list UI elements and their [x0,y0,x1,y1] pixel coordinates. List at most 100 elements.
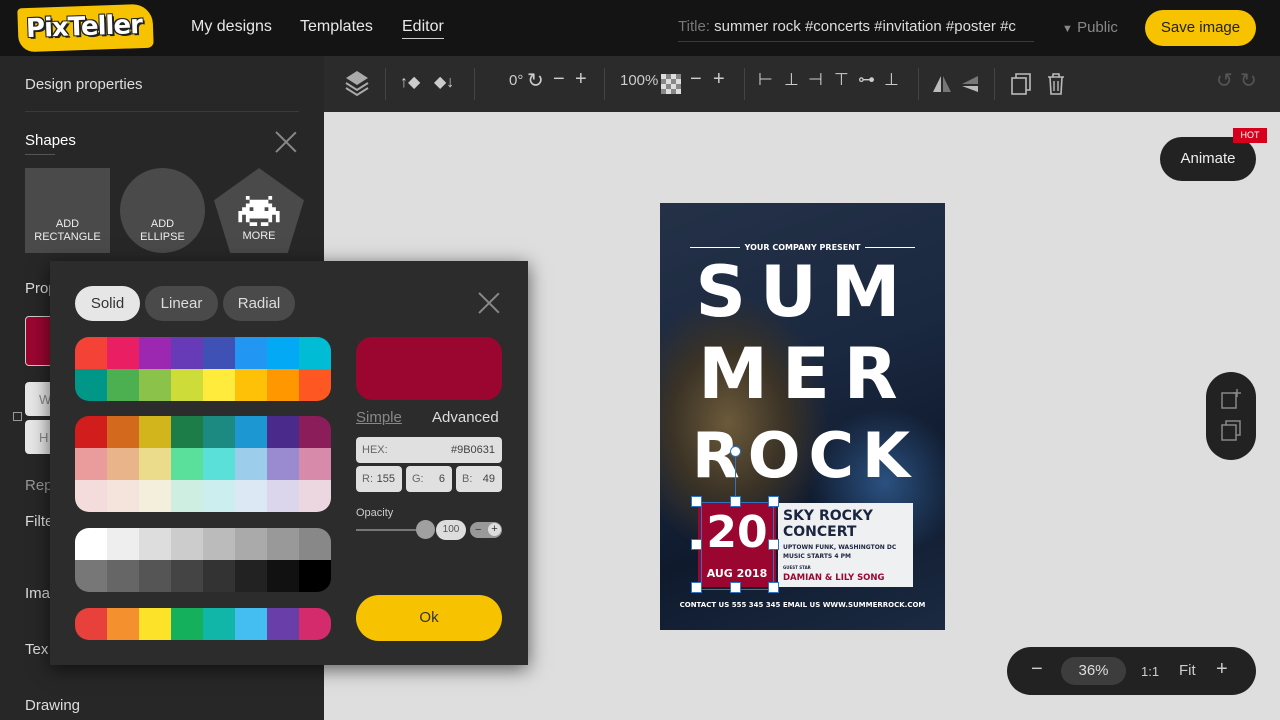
redo-icon[interactable]: ↻ [1240,68,1257,93]
color-swatch[interactable] [107,369,139,401]
color-swatch[interactable] [235,608,267,640]
resize-handle-w[interactable] [691,539,702,550]
color-swatch[interactable] [203,528,235,560]
hex-field[interactable]: HEX: #9B0631 [356,437,502,463]
color-swatch[interactable] [139,416,171,448]
color-swatch[interactable] [171,369,203,401]
zoom-out-icon[interactable]: − [1031,658,1043,681]
color-swatch[interactable] [75,448,107,480]
color-swatch[interactable] [267,416,299,448]
opacity-slider-knob[interactable] [416,520,435,539]
color-swatch[interactable] [203,608,235,640]
design-properties-link[interactable]: Design properties [25,76,143,93]
color-swatch[interactable] [107,448,139,480]
image-link[interactable]: Ima [25,585,50,602]
align-left-icon[interactable]: ⊢ [758,70,773,90]
ok-button[interactable]: Ok [356,595,502,641]
color-swatch[interactable] [75,608,107,640]
color-swatch[interactable] [235,560,267,592]
trash-icon[interactable] [1046,72,1066,96]
resize-handle-ne[interactable] [768,496,779,507]
add-rectangle-button[interactable]: ADD RECTANGLE [25,168,110,253]
flip-horizontal-icon[interactable] [932,74,952,94]
blue-field[interactable]: B: 49 [456,466,502,492]
color-swatch[interactable] [203,337,235,369]
color-swatch[interactable] [267,337,299,369]
close-shapes-icon[interactable] [275,131,297,153]
add-page-icon[interactable] [1220,388,1242,410]
simple-tab[interactable]: Simple [356,409,402,426]
color-swatch[interactable] [107,560,139,592]
nav-templates[interactable]: Templates [300,18,373,36]
color-swatch[interactable] [203,560,235,592]
color-swatch[interactable] [75,369,107,401]
color-swatch[interactable] [107,528,139,560]
color-swatch[interactable] [267,560,299,592]
color-swatch[interactable] [299,416,331,448]
color-swatch[interactable] [75,337,107,369]
color-swatch[interactable] [171,560,203,592]
color-swatch[interactable] [139,528,171,560]
color-swatch[interactable] [107,480,139,512]
color-swatch[interactable] [75,528,107,560]
color-swatch[interactable] [299,608,331,640]
opacity-value[interactable]: 100% [620,72,658,89]
color-swatch[interactable] [139,608,171,640]
add-ellipse-button[interactable]: ADD ELLIPSE [120,168,205,253]
color-swatch[interactable] [203,369,235,401]
color-swatch[interactable] [299,337,331,369]
color-swatch[interactable] [203,448,235,480]
zoom-level[interactable]: 36% [1061,657,1126,685]
flip-vertical-icon[interactable] [960,74,980,94]
color-swatch[interactable] [267,480,299,512]
nav-my-designs[interactable]: My designs [191,18,272,36]
color-swatch[interactable] [267,448,299,480]
duplicate-page-icon[interactable] [1220,420,1242,442]
color-swatch[interactable] [267,369,299,401]
pixteller-logo[interactable]: PixTeller [17,3,154,53]
duplicate-icon[interactable] [1010,72,1032,96]
color-swatch[interactable] [139,337,171,369]
resize-handle-n[interactable] [730,496,741,507]
advanced-tab[interactable]: Advanced [432,409,499,426]
color-swatch[interactable] [235,528,267,560]
resize-handle-e[interactable] [768,539,779,550]
color-swatch[interactable] [139,448,171,480]
color-swatch[interactable] [75,480,107,512]
actual-size-button[interactable]: 1:1 [1141,664,1159,679]
mode-solid-button[interactable]: Solid [75,286,140,321]
color-swatch[interactable] [171,528,203,560]
bring-forward-icon[interactable]: ↑◆ [400,72,420,92]
animate-button[interactable]: Animate [1160,137,1256,181]
color-swatch[interactable] [171,416,203,448]
layers-icon[interactable] [344,69,370,99]
transparency-icon[interactable] [661,74,681,94]
color-swatch[interactable] [299,480,331,512]
resize-handle-s[interactable] [730,582,741,593]
send-backward-icon[interactable]: ◆↓ [434,72,454,92]
color-swatch[interactable] [299,448,331,480]
color-swatch[interactable] [171,337,203,369]
color-swatch[interactable] [203,480,235,512]
align-right-icon[interactable]: ⊣ [808,70,823,90]
visibility-dropdown[interactable]: ▼ Public [1062,19,1118,36]
lock-ratio-icon[interactable] [13,412,22,421]
color-swatch[interactable] [235,416,267,448]
rotate-icon[interactable]: ↻ [527,68,544,93]
opacity-plus-icon[interactable]: + [713,68,725,91]
mode-radial-button[interactable]: Radial [223,286,295,321]
drawing-link[interactable]: Drawing [25,697,80,714]
opacity-minus-icon[interactable]: − [690,68,702,91]
nav-editor[interactable]: Editor [402,18,444,39]
resize-handle-nw[interactable] [691,496,702,507]
align-middle-icon[interactable]: ⊶ [858,70,875,90]
color-swatch[interactable] [235,480,267,512]
color-swatch[interactable] [235,369,267,401]
align-center-icon[interactable]: ⊥ [784,70,799,90]
text-link[interactable]: Tex [25,641,48,658]
color-swatch[interactable] [299,528,331,560]
color-swatch[interactable] [139,480,171,512]
color-swatch[interactable] [299,369,331,401]
close-picker-icon[interactable] [478,292,500,314]
color-swatch[interactable] [75,416,107,448]
